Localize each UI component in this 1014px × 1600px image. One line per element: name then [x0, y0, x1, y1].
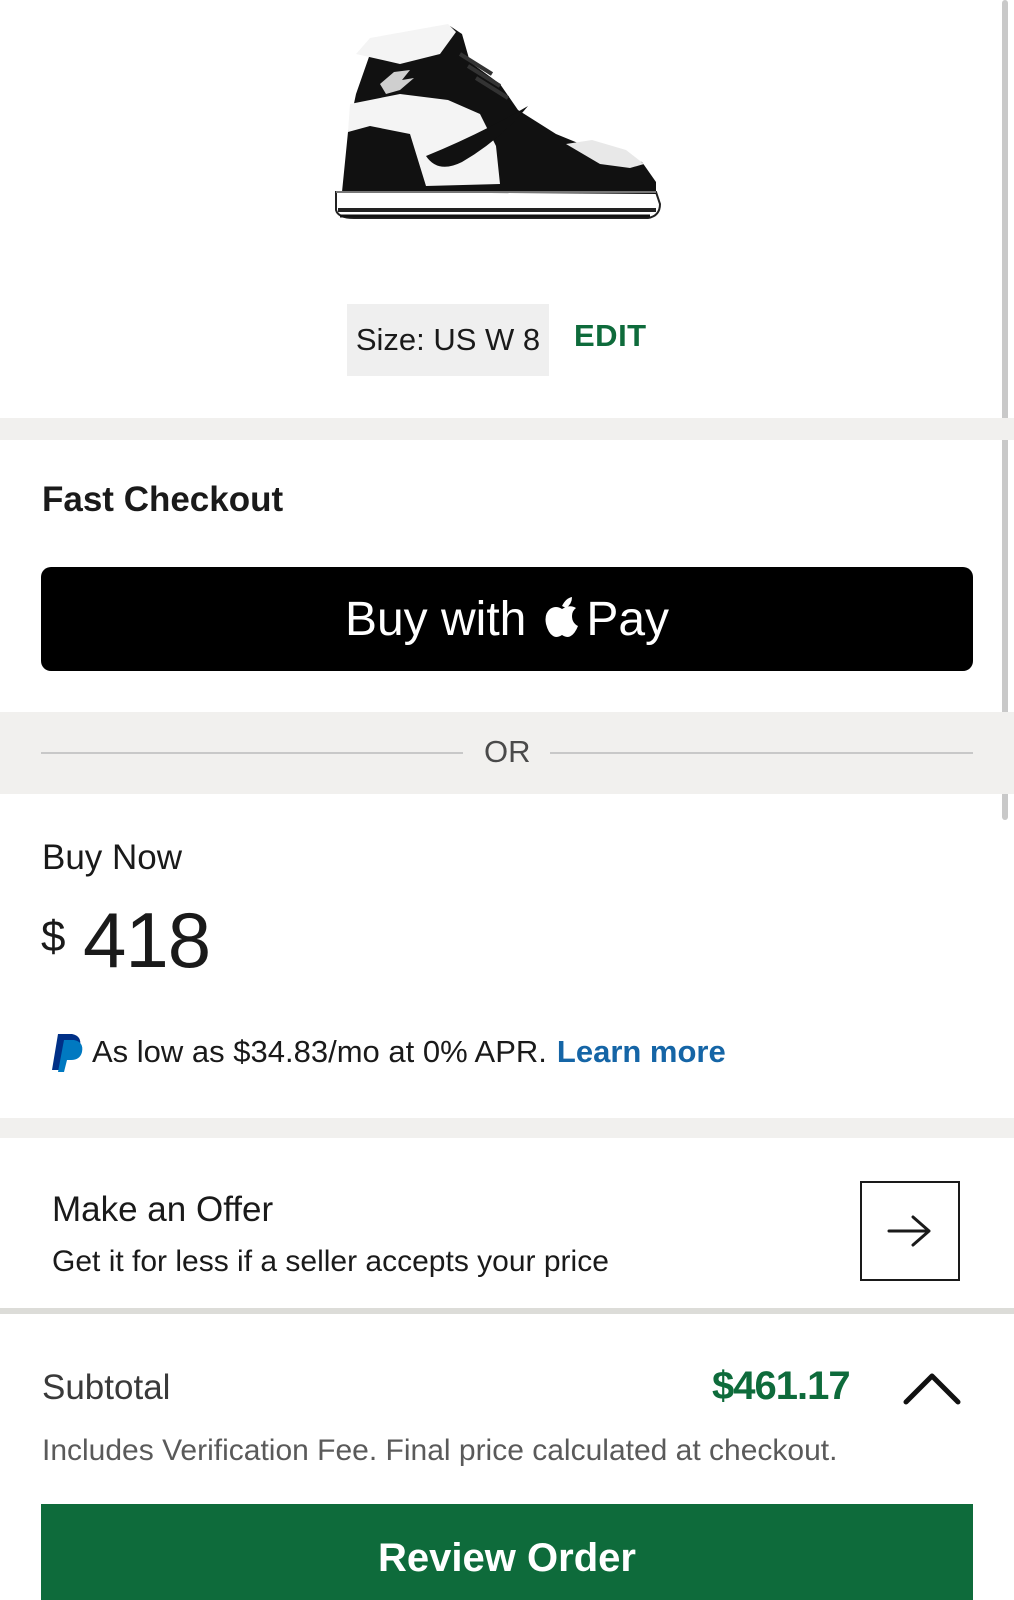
section-divider	[0, 418, 1014, 440]
chevron-up-icon[interactable]	[902, 1368, 962, 1408]
or-line-right	[550, 752, 973, 754]
make-offer-button[interactable]	[860, 1181, 960, 1281]
review-order-label: Review Order	[378, 1536, 636, 1580]
summary-divider	[0, 1308, 1014, 1314]
product-image	[335, 24, 662, 219]
subtotal-value: $461.17	[712, 1364, 851, 1408]
apple-pay-suffix: Pay	[586, 592, 670, 646]
price-currency: $	[41, 912, 66, 961]
price-amount: 418	[83, 896, 211, 984]
paypal-icon	[52, 1034, 83, 1072]
or-separator: OR	[0, 712, 1014, 794]
apple-pay-prefix: Buy with	[344, 592, 527, 646]
paypal-financing-row: As low as $34.83/mo at 0% APR. Learn mor…	[50, 1032, 726, 1072]
scrollbar[interactable]	[1002, 0, 1008, 820]
buy-now-label: Buy Now	[42, 838, 183, 877]
size-chip[interactable]: Size: US W 8	[347, 304, 549, 376]
edit-size-link[interactable]: EDIT	[574, 318, 647, 354]
fast-checkout-title: Fast Checkout	[42, 480, 284, 519]
apple-logo-icon	[545, 597, 579, 637]
learn-more-link[interactable]: Learn more	[557, 1034, 726, 1070]
size-label: Size: US W 8	[355, 322, 541, 357]
or-line-left	[41, 752, 463, 754]
subtotal-note: Includes Verification Fee. Final price c…	[42, 1434, 838, 1467]
apple-pay-button[interactable]: Buy with Pay	[41, 567, 973, 671]
section-divider	[0, 1118, 1014, 1138]
make-offer-subtitle: Get it for less if a seller accepts your…	[52, 1245, 609, 1278]
or-label: OR	[484, 734, 531, 769]
checkout-page: Size: US W 8 EDIT Fast Checkout Buy with…	[0, 0, 1014, 1600]
review-order-button[interactable]: Review Order	[41, 1504, 973, 1600]
make-offer-title: Make an Offer	[52, 1190, 274, 1229]
paypal-text: As low as $34.83/mo at 0% APR.	[92, 1034, 547, 1069]
subtotal-label: Subtotal	[42, 1368, 171, 1407]
arrow-right-icon	[887, 1215, 931, 1247]
